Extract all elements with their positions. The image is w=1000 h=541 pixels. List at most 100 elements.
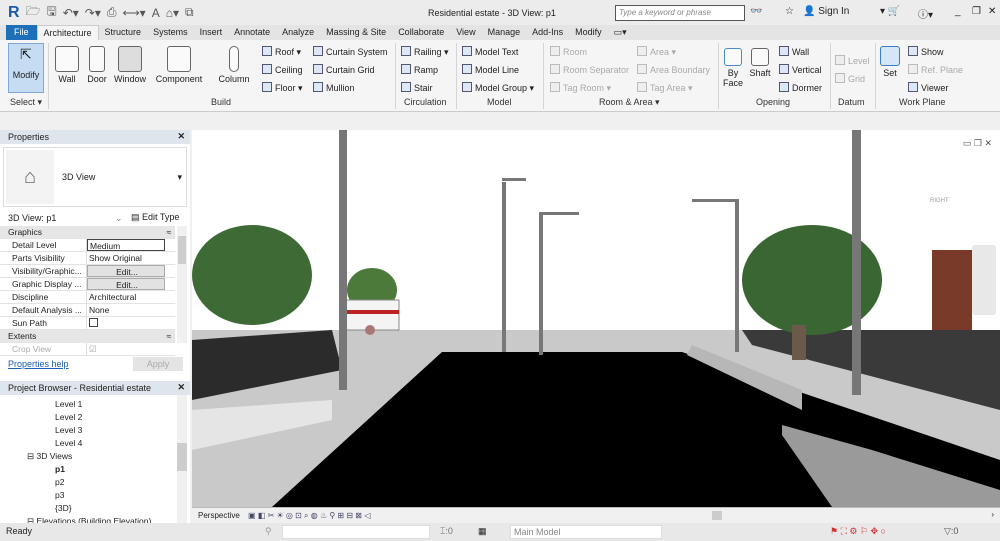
door-button[interactable]: Door [85,46,109,84]
filter-icon[interactable]: ▽:0 [944,526,958,537]
model-text-button[interactable]: Model Text [462,46,518,57]
curtain-grid-button[interactable]: Curtain Grid [313,64,375,75]
tab-architecture[interactable]: Architecture [36,25,99,40]
navigation-bar[interactable] [972,245,996,315]
selection-icons[interactable]: ⚑ ⛶ ⚙ ⚐ ✥ ○ [830,526,886,537]
ref-plane-button[interactable]: Ref. Plane [908,64,963,75]
tree-item[interactable]: Level 2 [55,412,82,422]
shaft-button[interactable]: Shaft [748,48,772,78]
type-selector[interactable]: ⌂ 3D View ▾ [3,147,187,207]
mullion-button[interactable]: Mullion [313,82,355,93]
dormer-button[interactable]: Dormer [779,82,822,93]
chevron-down-icon[interactable]: ⌄ [115,213,123,224]
graphics-section[interactable]: Graphics ≈ [0,226,175,239]
restore-button[interactable]: ❐ [972,6,981,17]
parts-visibility-value[interactable]: Show Original [87,252,165,264]
tree-item[interactable]: ⊟ 3D Views [27,451,72,462]
railing-button[interactable]: Railing ▾ [401,46,449,58]
minimize-button[interactable]: _ [955,6,961,17]
model-group-button[interactable]: Model Group ▾ [462,82,534,94]
tab-massing-site[interactable]: Massing & Site [320,25,392,40]
wall-button[interactable]: Wall [54,46,80,84]
discipline-value[interactable]: Architectural [87,291,165,303]
ceiling-button[interactable]: Ceiling [262,64,303,75]
print-icon[interactable]: ⎙ [107,5,117,20]
tree-item[interactable]: Level 4 [55,438,82,448]
browser-scrollbar[interactable] [177,395,187,530]
save-icon[interactable]: 🖫 [46,2,56,23]
text-icon[interactable]: A [152,6,160,20]
tree-item[interactable]: p3 [55,490,64,500]
area-button[interactable]: Area ▾ [637,46,676,58]
search-input[interactable]: Type a keyword or phrase [615,5,745,21]
show-button[interactable]: Show [908,46,944,57]
close-icon[interactable]: ✕ [177,131,185,142]
3d-view-icon[interactable]: ⌂▾ [166,6,179,20]
sign-in-button[interactable]: 👤 Sign In [803,6,849,17]
visibility-edit-button[interactable]: Edit... [87,265,165,277]
graphic-display-edit-button[interactable]: Edit... [87,278,165,290]
design-options-icon[interactable]: ▦ [478,526,487,537]
3d-viewport[interactable]: RIGHT ▭ ❐ ✕ [192,130,1000,507]
room-area-group-label[interactable]: Room & Area ▾ [599,97,660,108]
tab-manage[interactable]: Manage [482,25,527,40]
instance-selector[interactable]: 3D View: p1 [8,213,56,223]
tab-annotate[interactable]: Annotate [228,25,276,40]
scroll-right-icon[interactable]: › [991,510,994,519]
tab-structure[interactable]: Structure [99,25,148,40]
detail-level-input[interactable]: Medium [87,239,165,251]
level-button[interactable]: Level [835,55,870,66]
floor-button[interactable]: Floor ▾ [262,82,303,94]
view-cube-label[interactable]: RIGHT [930,198,949,204]
by-face-button[interactable]: By Face [722,48,744,88]
measure-icon[interactable]: ⟷▾ [122,6,145,20]
viewer-button[interactable]: Viewer [908,82,948,93]
model-line-button[interactable]: Model Line [462,64,519,75]
panel-toggle-icon[interactable]: ▭▾ [608,25,633,40]
tree-item[interactable]: {3D} [55,503,72,513]
tag-room-button[interactable]: Tag Room ▾ [550,82,611,94]
tag-area-button[interactable]: Tag Area ▾ [637,82,693,94]
tab-insert[interactable]: Insert [194,25,229,40]
properties-scrollbar[interactable] [177,226,187,343]
select-group-label[interactable]: Select ▾ [10,97,42,108]
binoculars-icon[interactable]: 👓 [750,6,762,17]
tree-item-selected[interactable]: p1 [55,464,65,474]
stair-button[interactable]: Stair [401,82,433,93]
edit-type-button[interactable]: ▤ Edit Type [131,212,179,223]
tree-item[interactable]: Level 3 [55,425,82,435]
view-control-icons[interactable]: ▣ ◧ ✂ ☀ ◎ ⊡ ⌕ ◍ ♨ ⚲ ⊞ ⊟ ⊠ ◁ [248,511,370,520]
undo-icon[interactable]: ↶▾ [63,6,79,20]
tab-modify[interactable]: Modify [569,25,608,40]
curtain-system-button[interactable]: Curtain System [313,46,388,57]
tab-systems[interactable]: Systems [147,25,194,40]
view-mode-label[interactable]: Perspective [198,511,240,520]
redo-icon[interactable]: ↷▾ [85,6,101,20]
workset-dropdown[interactable] [282,525,430,539]
roof-button[interactable]: Roof ▾ [262,46,301,58]
close-button[interactable]: ✕ [988,6,996,17]
tab-file[interactable]: File [6,25,37,40]
tab-analyze[interactable]: Analyze [276,25,320,40]
grid-button[interactable]: Grid [835,73,865,84]
favorites-icon[interactable]: ☆ [785,6,794,17]
window-button[interactable]: Window [112,46,148,84]
apply-button[interactable]: Apply [133,357,183,371]
horizontal-scrollbar[interactable] [712,511,722,520]
crop-view-checkbox[interactable]: ☑ [87,343,165,355]
help-icon[interactable]: ⓘ▾ [918,6,933,21]
room-button[interactable]: Room [550,46,587,57]
tab-add-ins[interactable]: Add-Ins [526,25,569,40]
area-boundary-button[interactable]: Area Boundary [637,64,710,75]
wall-opening-button[interactable]: Wall [779,46,809,57]
tree-item[interactable]: p2 [55,477,64,487]
sun-path-checkbox[interactable] [87,317,165,329]
open-icon[interactable]: 🗁 [26,2,41,23]
close-icon[interactable]: ✕ [177,382,185,393]
revit-logo-icon[interactable]: R [8,4,20,22]
default-analysis-value[interactable]: None [87,304,165,316]
room-separator-button[interactable]: Room Separator [550,64,629,75]
tab-collaborate[interactable]: Collaborate [392,25,450,40]
ramp-button[interactable]: Ramp [401,64,438,75]
column-button[interactable]: Column [216,46,252,84]
